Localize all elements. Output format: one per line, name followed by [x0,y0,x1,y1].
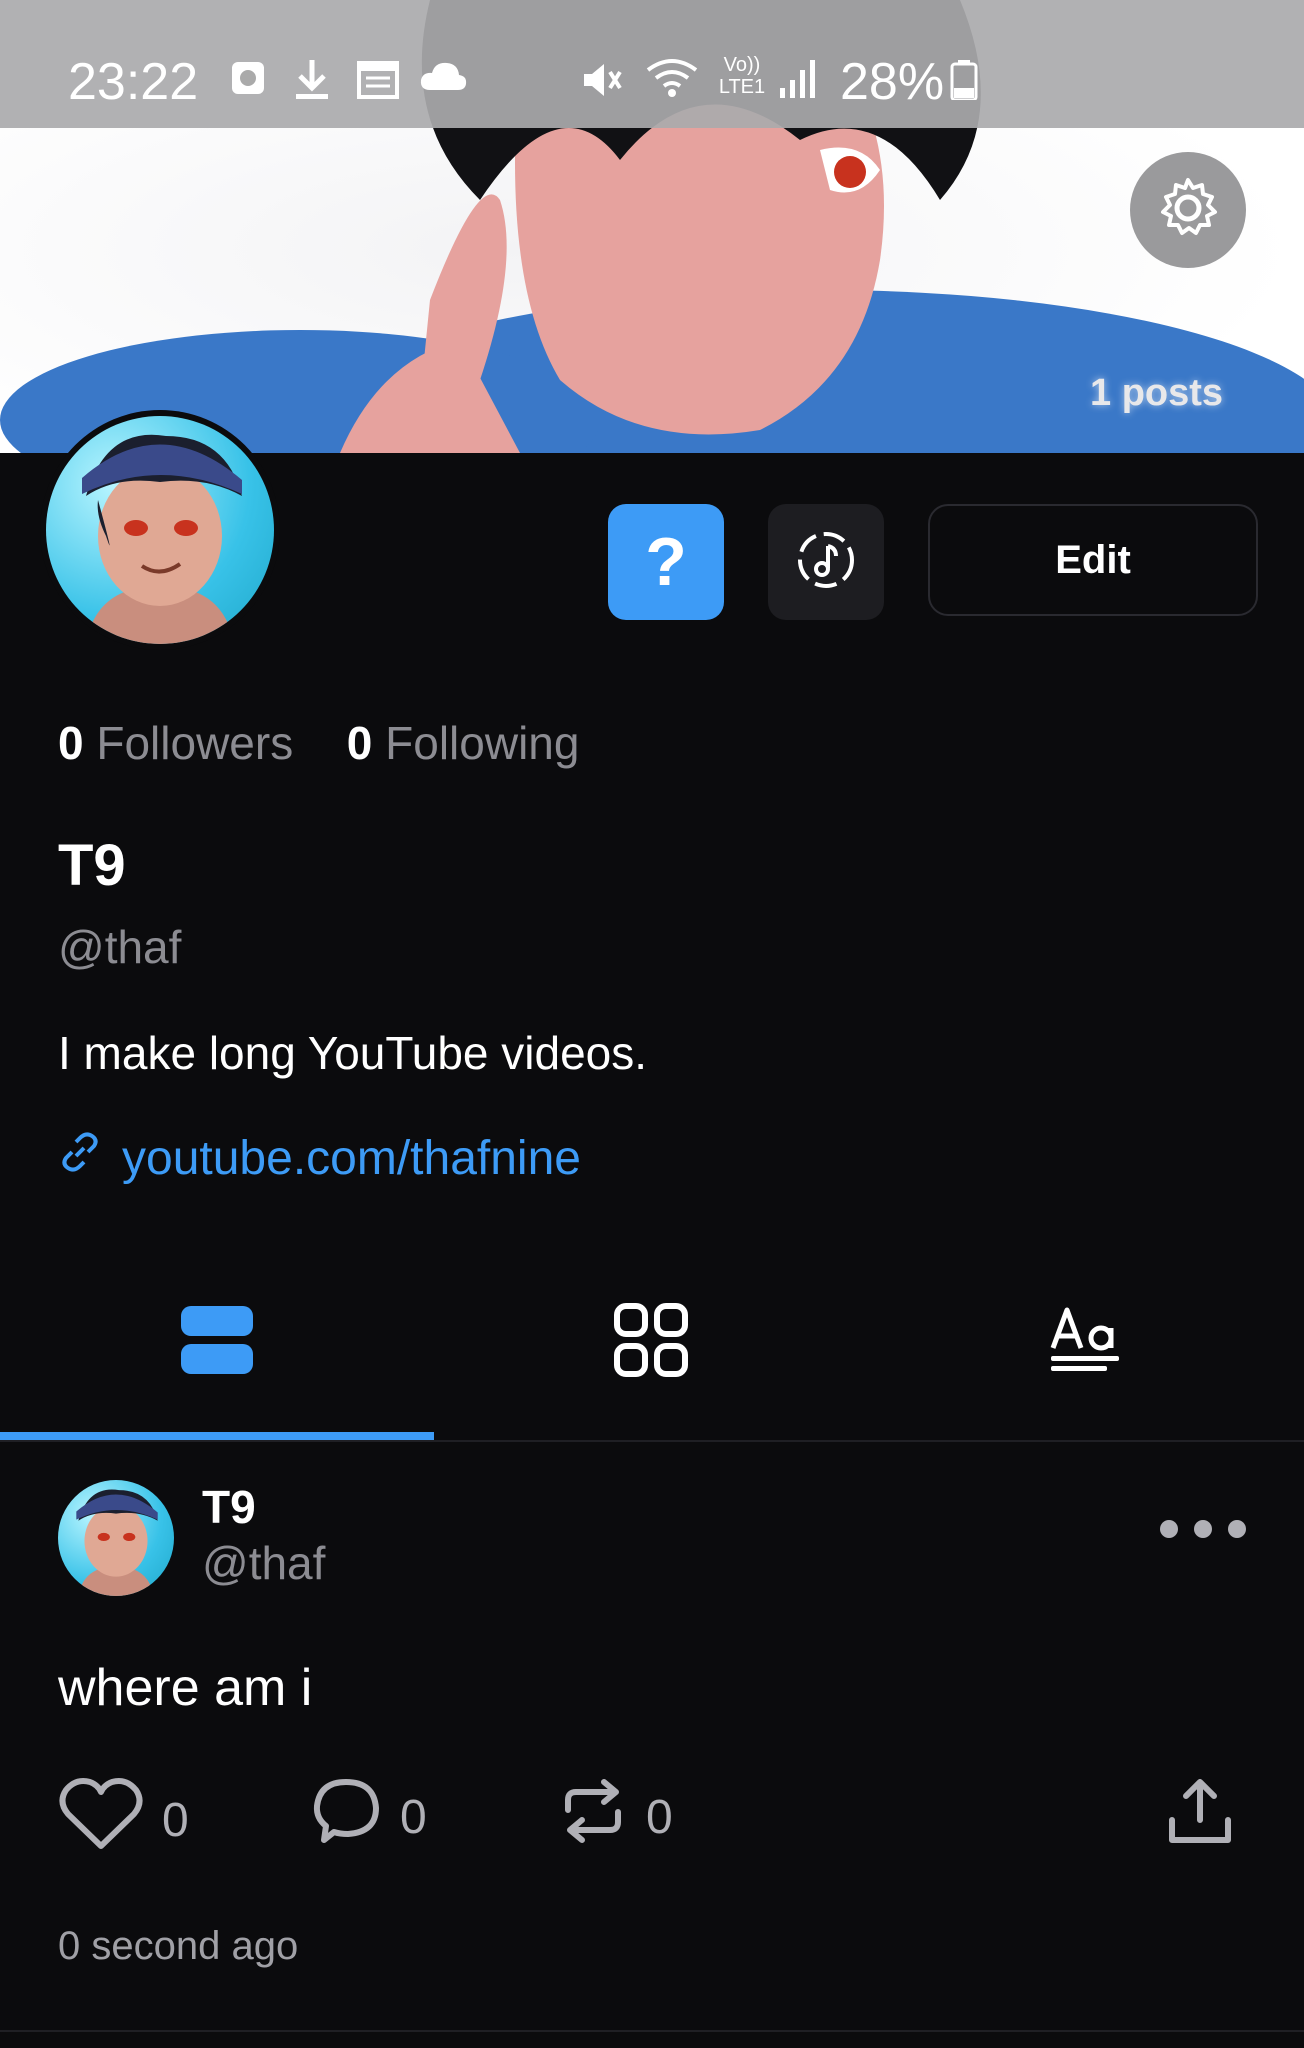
profile-bio: I make long YouTube videos. [58,1027,648,1079]
profile-link[interactable]: youtube.com/thafnine [58,1130,581,1186]
text-icon [1049,1304,1121,1381]
signal-icon [778,58,820,105]
active-tab-indicator [0,1432,434,1440]
comment-count: 0 [400,1790,427,1844]
post-more-button[interactable] [1160,1520,1246,1538]
profile-link-text: youtube.com/thafnine [122,1131,581,1185]
music-button[interactable] [768,504,884,620]
edit-profile-button[interactable]: Edit [928,504,1258,616]
cloud-icon [418,58,468,99]
screen-record-icon [228,58,268,103]
following-count: 0 [346,717,373,769]
avatar-image [46,416,274,644]
help-button[interactable]: ? [608,504,724,620]
post-author-handle: @thaf [202,1537,326,1589]
followers-label: Followers [96,717,294,769]
followers-link[interactable]: 0 Followers [58,717,306,769]
following-link[interactable]: 0 Following [347,717,580,769]
status-time: 23:22 [68,53,199,111]
followers-count: 0 [58,717,84,769]
link-icon [58,1130,102,1186]
status-bar: 23:22 Vo)) LTE1 28% [0,0,1304,128]
more-dot-icon [1194,1520,1212,1538]
comment-button[interactable]: 0 [312,1776,427,1858]
comment-bubble-icon [312,1776,382,1858]
follow-stats: 0 Followers 0 Following [58,716,579,770]
share-icon [1164,1776,1236,1860]
repost-count: 0 [646,1790,673,1844]
post-text: where am i [58,1659,313,1717]
mute-icon [580,58,624,107]
more-dot-icon [1160,1520,1178,1538]
download-icon [292,58,332,107]
post-divider [0,2030,1304,2032]
network-label: Vo)) LTE1 [718,54,766,98]
like-count: 0 [162,1793,189,1847]
battery-percent: 28% [840,53,945,111]
grid-icon [613,1302,689,1383]
repost-icon [558,1776,628,1858]
profile-avatar[interactable] [40,410,280,650]
list-icon [179,1302,255,1383]
share-button[interactable] [1164,1776,1236,1860]
tab-text[interactable] [868,1248,1302,1436]
profile-tabs [0,1248,1304,1440]
display-name: T9 [58,833,126,898]
gear-icon [1156,176,1220,245]
tab-posts-list[interactable] [0,1248,434,1436]
music-note-icon [794,528,858,597]
post-author-name[interactable]: T9 [202,1480,256,1534]
user-handle: @thaf [58,921,182,973]
question-icon: ? [645,524,687,600]
battery-icon [950,60,978,105]
settings-button[interactable] [1130,152,1246,268]
tab-grid[interactable] [434,1248,868,1436]
calendar-icon [356,58,400,105]
post-author-avatar[interactable] [58,1480,174,1596]
posts-count: 1 posts [1090,372,1224,414]
wifi-icon [646,58,698,103]
heart-icon [58,1776,144,1864]
tabs-divider [0,1440,1304,1442]
repost-button[interactable]: 0 [558,1776,673,1858]
following-label: Following [385,717,580,769]
post-timestamp: 0 second ago [58,1924,299,1968]
more-dot-icon [1228,1520,1246,1538]
like-button[interactable]: 0 [58,1776,189,1864]
